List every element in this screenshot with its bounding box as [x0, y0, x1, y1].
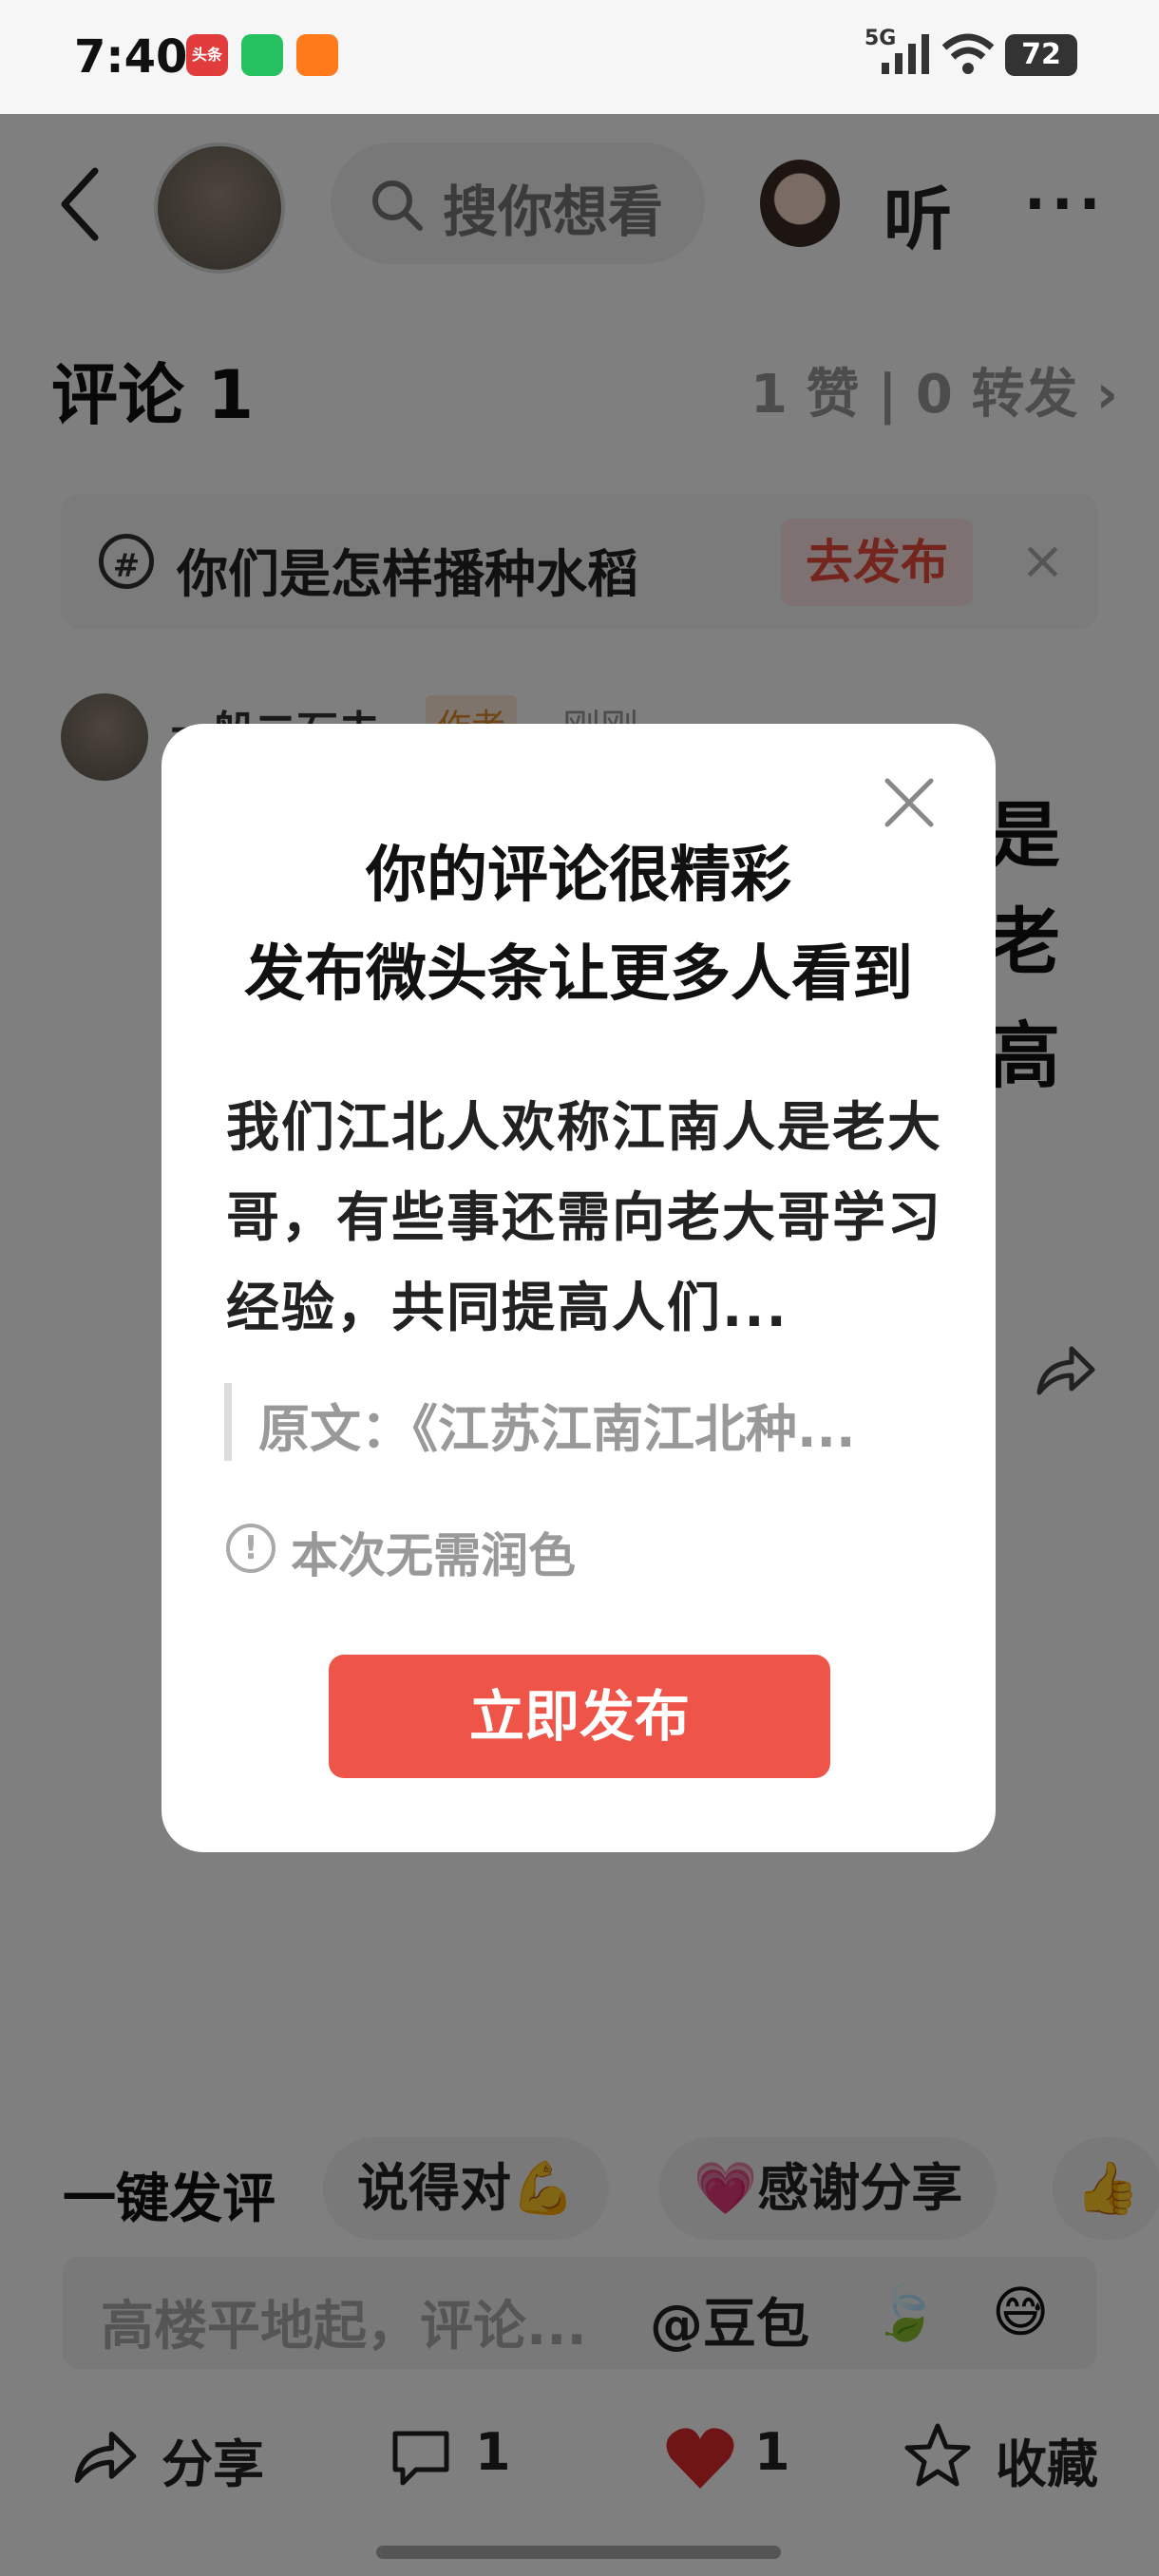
wechat-app-icon [241, 34, 283, 76]
dialog-quote-text: 原文：《江苏江南江北种... [258, 1399, 856, 1459]
dialog-comment-text: 我们江北人欢称江南人是老大哥，有些事还需向老大哥学习经验，共同提高人们... [226, 1097, 942, 1339]
dialog-title-line1: 你的评论很精彩 [366, 841, 791, 911]
dialog-hint: 本次无需润色 [291, 1528, 576, 1583]
battery-icon: 72 [1005, 34, 1077, 76]
taobao-app-icon [296, 34, 338, 76]
signal-icon [882, 34, 929, 74]
status-time: 7:40 [74, 30, 188, 84]
publish-now-button[interactable]: 立即发布 [329, 1655, 830, 1778]
toutiao-app-icon: 头条 [186, 34, 228, 76]
dialog-title: 你的评论很精彩 发布微头条让更多人看到 [162, 826, 996, 1024]
home-indicator[interactable] [376, 2546, 781, 2559]
wifi-icon [941, 33, 995, 74]
close-icon[interactable] [882, 775, 937, 830]
info-icon: ! [226, 1524, 276, 1573]
dialog-title-line2: 发布微头条让更多人看到 [244, 939, 913, 1010]
